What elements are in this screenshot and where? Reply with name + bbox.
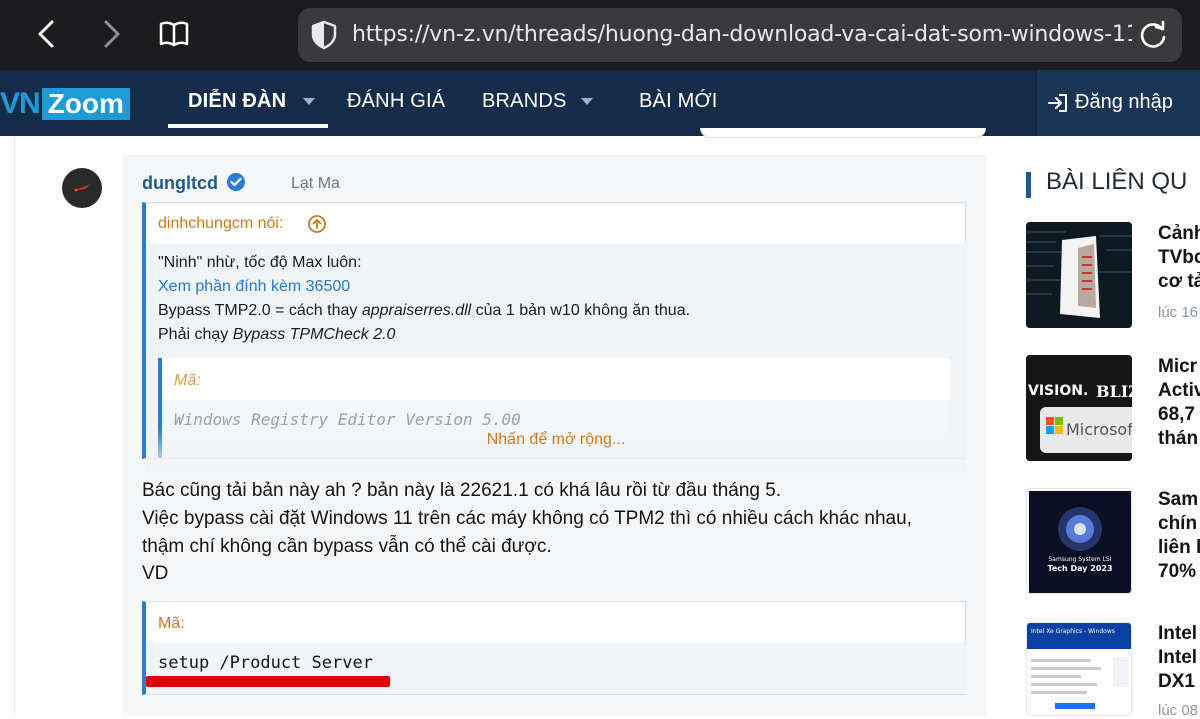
browser-toolbar: https://vn-z.vn/threads/huong-dan-downlo…: [0, 0, 1200, 70]
related-headline[interactable]: Activ: [1158, 379, 1200, 403]
svg-text:Tech Day 2023: Tech Day 2023: [1047, 564, 1112, 573]
verified-icon: [226, 172, 246, 197]
related-headline[interactable]: TVbo: [1158, 246, 1200, 270]
activision-microsoft-image-icon: VISION. BLIZ Microsof: [1026, 355, 1132, 461]
nav-forum[interactable]: DIỄN ĐÀN: [188, 90, 286, 113]
code-label: Mã:: [174, 372, 201, 389]
related-headline[interactable]: DX1: [1158, 670, 1195, 694]
chevron-down-icon[interactable]: [303, 98, 315, 105]
active-tab-indicator: [168, 124, 328, 128]
url-text[interactable]: https://vn-z.vn/threads/huong-dan-downlo…: [352, 22, 1132, 47]
quote-block: dinhchungcm nói: "Ninh" nhừ, tốc độ Max …: [142, 202, 966, 473]
back-button[interactable]: [28, 14, 64, 54]
attachment-link[interactable]: Xem phần đính kèm 36500: [158, 278, 350, 296]
expand-link[interactable]: Nhấn để mở rộng...: [146, 431, 966, 449]
site-logo[interactable]: VN Zoom: [0, 87, 130, 121]
related-time: lúc 16: [1158, 304, 1199, 321]
author-name[interactable]: dungltcd: [142, 173, 218, 194]
nav-reviews[interactable]: ĐÁNH GIÁ: [347, 90, 445, 113]
quote-line: "Ninh" nhừ, tốc độ Max luôn:: [158, 254, 362, 271]
chevron-down-icon[interactable]: [581, 98, 593, 105]
post-text-line: thậm chí không cần bypass vẫn có thể cài…: [142, 536, 552, 557]
nav-new-posts[interactable]: BÀI MỚI: [639, 90, 718, 113]
address-bar[interactable]: https://vn-z.vn/threads/huong-dan-downlo…: [298, 8, 1182, 62]
svg-text:BLIZ: BLIZ: [1096, 382, 1132, 401]
quote-line: Bypass TMP2.0 = cách thay appraiserres.d…: [158, 302, 691, 319]
related-thumb[interactable]: VISION. BLIZ Microsof: [1026, 355, 1132, 461]
reader-button[interactable]: [156, 14, 192, 54]
shield-icon: [310, 20, 338, 55]
quote-content: "Ninh" nhừ, tốc độ Max luôn: Xem phần đí…: [146, 244, 966, 473]
nav-brands[interactable]: BRANDS: [482, 90, 567, 113]
related-thumb[interactable]: Intel Xe Graphics - Windows: [1026, 622, 1132, 716]
related-headline[interactable]: Micr: [1158, 355, 1197, 379]
login-label: Đăng nhập: [1075, 91, 1173, 113]
post-text-line: Việc bypass cài đặt Windows 11 trên các …: [142, 508, 912, 529]
quote-author[interactable]: dinhchungcm nói:: [158, 215, 283, 233]
related-headline[interactable]: thán: [1158, 427, 1198, 451]
related-headline[interactable]: 68,7: [1158, 403, 1195, 427]
door-image-icon: [1026, 222, 1132, 328]
svg-text:VISION.: VISION.: [1028, 383, 1088, 399]
forward-button[interactable]: [94, 14, 130, 54]
samsung-techday-image-icon: Samsung System LSI Tech Day 2023: [1027, 489, 1131, 593]
login-button[interactable]: Đăng nhập: [1036, 70, 1200, 136]
post-text-line: VD: [142, 563, 169, 584]
related-headline[interactable]: Cảnh: [1158, 222, 1200, 246]
intel-graphics-image-icon: Intel Xe Graphics - Windows: [1027, 623, 1131, 715]
arrow-up-circle-icon[interactable]: [307, 214, 327, 239]
avatar-logo-icon: [73, 184, 91, 192]
related-headline[interactable]: liên l: [1158, 536, 1200, 560]
book-icon: [159, 21, 189, 47]
code-text[interactable]: setup /Product Server: [158, 653, 373, 673]
login-icon: [1047, 93, 1069, 118]
related-headline[interactable]: Intel: [1158, 622, 1197, 646]
search-panel-edge: [700, 128, 986, 138]
chevron-left-icon: [38, 20, 54, 48]
chevron-right-icon: [104, 20, 120, 48]
quote-line: Phải chạy Bypass TPMCheck 2.0: [158, 326, 396, 343]
related-headline[interactable]: chín: [1158, 512, 1197, 536]
related-posts-title: BÀI LIÊN QU: [1046, 168, 1188, 195]
related-headline[interactable]: Intel: [1158, 646, 1197, 670]
post-text-line: Bác cũng tải bản này ah ? bản này là 226…: [142, 480, 782, 501]
related-time: lúc 08: [1158, 702, 1199, 719]
code-label: Mã:: [158, 615, 185, 632]
reload-icon[interactable]: [1138, 20, 1168, 55]
post-message: dungltcd Lạt Ma dinhchungcm nói: "Ninh" …: [122, 155, 986, 716]
user-title: Lạt Ma: [291, 175, 340, 192]
svg-text:Samsung System LSI: Samsung System LSI: [1049, 556, 1112, 563]
related-headline[interactable]: Sam: [1158, 488, 1198, 512]
logo-vn: VN: [0, 87, 41, 120]
svg-text:Intel Xe Graphics - Windows: Intel Xe Graphics - Windows: [1031, 628, 1115, 635]
related-headline[interactable]: 70%: [1158, 560, 1196, 584]
logo-zoom: Zoom: [41, 88, 130, 120]
related-thumb[interactable]: [1026, 222, 1132, 328]
related-thumb[interactable]: Samsung System LSI Tech Day 2023: [1026, 488, 1132, 594]
avatar[interactable]: [62, 168, 102, 208]
svg-text:Microsof: Microsof: [1066, 420, 1132, 439]
related-headline[interactable]: cơ tả: [1158, 270, 1200, 294]
divider: [14, 136, 15, 716]
code-text: Windows Registry Editor Version 5.00: [174, 410, 521, 429]
red-underline-annotation: [146, 676, 390, 687]
